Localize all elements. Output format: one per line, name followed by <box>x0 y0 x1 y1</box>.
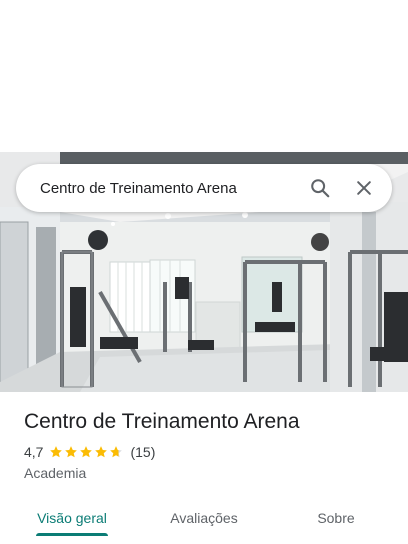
tab-about[interactable]: Sobre <box>280 495 392 541</box>
rating-value: 4,7 <box>24 444 44 460</box>
tab-bar: Visão geral Avaliações Sobre <box>0 495 408 544</box>
star-icon <box>65 446 78 458</box>
active-tab-indicator <box>36 533 108 536</box>
search-icon <box>311 179 330 198</box>
rating-row[interactable]: 4,7 (15) <box>24 444 155 460</box>
search-input[interactable]: Centro de Treinamento Arena <box>40 180 292 197</box>
star-icon <box>80 446 93 458</box>
search-bar[interactable]: Centro de Treinamento Arena <box>16 164 392 212</box>
tab-reviews[interactable]: Avaliações <box>148 495 260 541</box>
review-count: (15) <box>130 444 156 460</box>
star-icon <box>95 446 108 458</box>
place-category: Academia <box>24 465 87 481</box>
close-button[interactable] <box>348 172 380 204</box>
search-button[interactable] <box>304 172 336 204</box>
star-icon <box>50 446 63 458</box>
blank-top-area <box>0 0 408 152</box>
half-star-icon <box>110 446 123 458</box>
close-icon <box>357 181 371 195</box>
star-rating <box>49 445 124 459</box>
place-title: Centro de Treinamento Arena <box>24 410 300 433</box>
